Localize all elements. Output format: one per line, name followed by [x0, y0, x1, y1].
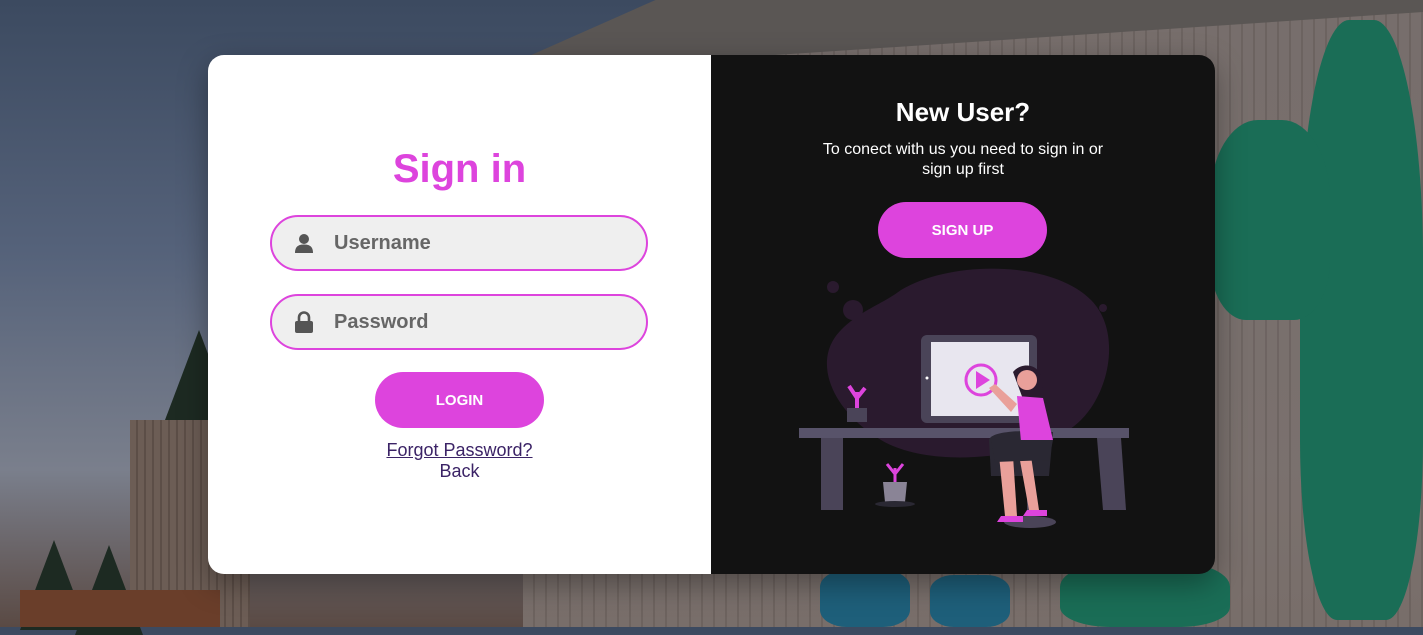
- lock-icon: [294, 311, 314, 333]
- password-field[interactable]: [270, 294, 648, 350]
- blue-sculpture: [820, 570, 910, 627]
- user-icon: [294, 232, 314, 254]
- signup-description: To conect with us you need to sign in or…: [822, 141, 1104, 178]
- auth-card: Sign in LOGIN Forgot Password? Back: [208, 55, 1215, 574]
- signin-panel: Sign in LOGIN Forgot Password? Back: [208, 55, 711, 574]
- wood-structure: [20, 590, 220, 627]
- password-input[interactable]: [332, 309, 636, 335]
- forgot-password-link[interactable]: Forgot Password?: [208, 440, 711, 461]
- signup-button[interactable]: SIGN UP: [878, 202, 1047, 258]
- blue-sculpture: [930, 575, 1010, 627]
- person-watching-video-illustration: [799, 268, 1129, 528]
- username-field[interactable]: [270, 215, 648, 271]
- login-button[interactable]: LOGIN: [375, 372, 544, 428]
- green-sculpture: [1300, 20, 1423, 620]
- back-link[interactable]: Back: [208, 461, 711, 482]
- signup-panel: New User? To conect with us you need to …: [711, 55, 1215, 574]
- username-input[interactable]: [332, 230, 636, 256]
- new-user-title: New User?: [895, 97, 1031, 127]
- green-sculpture: [1210, 120, 1330, 320]
- signin-title: Sign in: [392, 147, 527, 191]
